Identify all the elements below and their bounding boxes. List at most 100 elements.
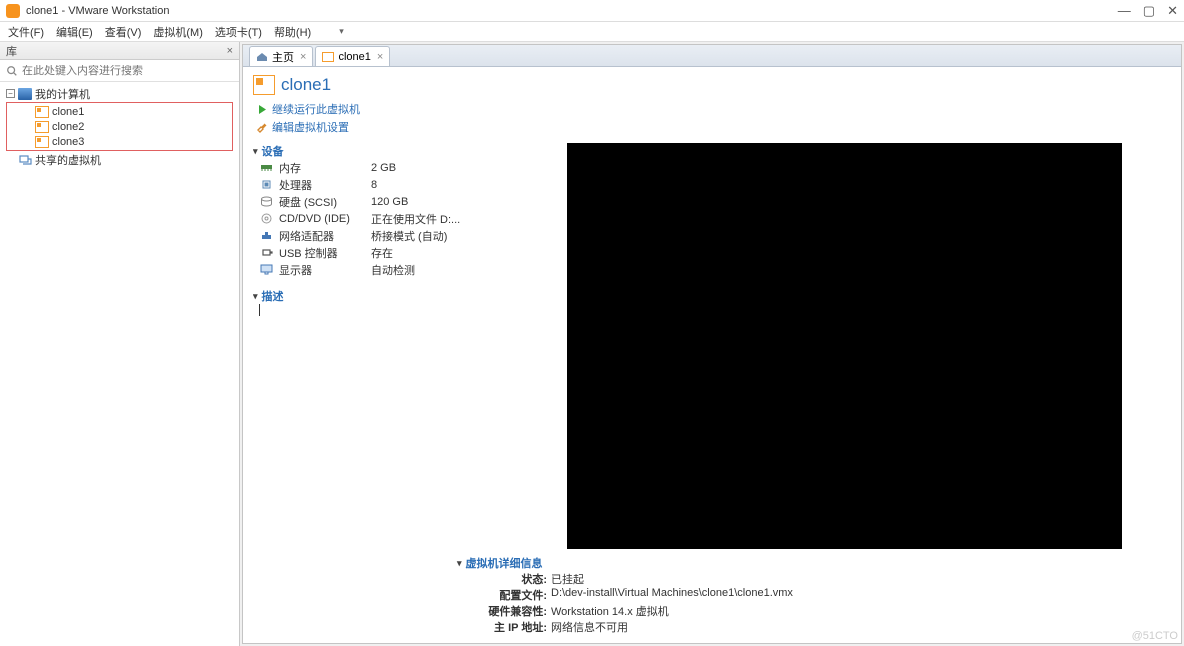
vm-left-panel: ▾ 设备 内存 2 GB 处理器 [253, 143, 503, 549]
detail-ip: 主 IP 地址: 网络信息不可用 [257, 619, 1171, 635]
vm-console-thumbnail[interactable] [567, 143, 1122, 549]
usb-icon [259, 247, 273, 259]
title-bar: clone1 - VMware Workstation — ▢ ✕ [0, 0, 1184, 22]
app-icon [6, 4, 20, 18]
vm-header: clone1 [253, 75, 1171, 95]
devices-section: ▾ 设备 内存 2 GB 处理器 [253, 143, 503, 278]
tab-home[interactable]: 主页 × [249, 46, 313, 66]
collapse-icon: ▾ [253, 146, 258, 157]
tab-close-button[interactable]: × [377, 51, 383, 63]
detail-value: D:\dev-install\Virtual Machines\clone1\c… [551, 587, 793, 603]
computer-icon [18, 88, 32, 100]
tab-label: clone1 [338, 51, 370, 63]
device-name: 显示器 [279, 262, 365, 278]
device-row-network[interactable]: 网络适配器 桥接模式 (自动) [253, 227, 503, 244]
tree-shared-vms[interactable]: 共享的虚拟机 [0, 152, 239, 167]
menu-tabs[interactable]: 选项卡(T) [213, 24, 264, 40]
section-title: 虚拟机详细信息 [466, 555, 543, 571]
menu-vm[interactable]: 虚拟机(M) [151, 24, 205, 40]
home-icon [256, 52, 268, 62]
description-header[interactable]: ▾ 描述 [253, 288, 503, 304]
vm-body: ▾ 设备 内存 2 GB 处理器 [253, 143, 1171, 549]
disk-icon [259, 196, 273, 208]
edit-settings-link[interactable]: 编辑虚拟机设置 [257, 119, 1171, 135]
minimize-button[interactable]: — [1118, 4, 1131, 17]
detail-compat: 硬件兼容性: Workstation 14.x 虚拟机 [257, 603, 1171, 619]
detail-state: 状态: 已挂起 [257, 571, 1171, 587]
action-label: 编辑虚拟机设置 [272, 119, 349, 135]
search-icon [6, 65, 18, 77]
device-row-processor[interactable]: 处理器 8 [253, 176, 503, 193]
tree-my-computer[interactable]: − 我的计算机 [0, 86, 239, 101]
tree-vm-clone3[interactable]: clone3 [7, 134, 232, 149]
vm-preview-area [517, 143, 1171, 549]
device-name: 处理器 [279, 177, 365, 193]
library-search [0, 60, 239, 82]
detail-key: 主 IP 地址: [477, 619, 547, 635]
window-controls: — ▢ ✕ [1118, 4, 1178, 17]
device-row-memory[interactable]: 内存 2 GB [253, 159, 503, 176]
library-tree: − 我的计算机 clone1 clone2 clone3 [0, 82, 239, 646]
device-row-disk[interactable]: 硬盘 (SCSI) 120 GB [253, 193, 503, 210]
close-button[interactable]: ✕ [1167, 4, 1178, 17]
menu-help[interactable]: 帮助(H) [272, 24, 313, 40]
menu-file[interactable]: 文件(F) [6, 24, 46, 40]
library-close-button[interactable]: × [227, 45, 233, 57]
vm-icon [322, 52, 334, 62]
detail-key: 配置文件: [477, 587, 547, 603]
resume-vm-link[interactable]: 继续运行此虚拟机 [257, 101, 1171, 117]
wrench-icon [257, 122, 268, 133]
tree-vm-clone1[interactable]: clone1 [7, 104, 232, 119]
menu-edit[interactable]: 编辑(E) [54, 24, 95, 40]
device-value: 正在使用文件 D:... [371, 211, 503, 227]
detail-value: 已挂起 [551, 571, 584, 587]
search-input[interactable] [22, 65, 233, 77]
section-title: 设备 [262, 143, 284, 159]
expand-icon[interactable]: − [6, 89, 15, 98]
maximize-button[interactable]: ▢ [1143, 4, 1155, 17]
menu-view[interactable]: 查看(V) [103, 24, 144, 40]
tree-label: 我的计算机 [35, 86, 90, 102]
action-label: 继续运行此虚拟机 [272, 101, 360, 117]
tree-label: 共享的虚拟机 [35, 152, 101, 168]
detail-value: 网络信息不可用 [551, 619, 628, 635]
description-section: ▾ 描述 [253, 288, 503, 319]
device-value: 桥接模式 (自动) [371, 228, 503, 244]
tree-label: clone2 [52, 121, 84, 133]
device-name: USB 控制器 [279, 245, 365, 261]
play-dropdown-icon[interactable]: ▾ [337, 26, 346, 37]
vm-icon [35, 106, 49, 118]
collapse-icon: ▾ [253, 291, 258, 302]
devices-table: 内存 2 GB 处理器 8 硬盘 (SCSI) 12 [253, 159, 503, 278]
details-header[interactable]: ▾ 虚拟机详细信息 [257, 555, 1171, 571]
device-row-cddvd[interactable]: CD/DVD (IDE) 正在使用文件 D:... [253, 210, 503, 227]
vm-details-section: ▾ 虚拟机详细信息 状态: 已挂起 配置文件: D:\dev-install\V… [253, 555, 1171, 635]
vm-page: clone1 继续运行此虚拟机 编辑虚拟机设置 ▾ 设备 [243, 67, 1181, 643]
menu-bar: 文件(F) 编辑(E) 查看(V) 虚拟机(M) 选项卡(T) 帮助(H) ▾ [0, 22, 1184, 42]
device-value: 自动检测 [371, 262, 503, 278]
watermark: @51CTO [1132, 630, 1178, 642]
collapse-icon: ▾ [457, 558, 462, 569]
description-editor[interactable] [253, 304, 503, 319]
detail-config: 配置文件: D:\dev-install\Virtual Machines\cl… [257, 587, 1171, 603]
device-row-display[interactable]: 显示器 自动检测 [253, 261, 503, 278]
tab-label: 主页 [272, 49, 294, 65]
cd-icon [259, 213, 273, 225]
tab-clone1[interactable]: clone1 × [315, 46, 390, 66]
library-header: 库 × [0, 42, 239, 60]
devices-header[interactable]: ▾ 设备 [253, 143, 503, 159]
vm-icon [35, 136, 49, 148]
tab-bar: 主页 × clone1 × [243, 45, 1181, 67]
main-area: 库 × − 我的计算机 clone1 clone2 [0, 42, 1184, 646]
tab-close-button[interactable]: × [300, 51, 306, 63]
device-name: CD/DVD (IDE) [279, 213, 365, 225]
memory-icon [259, 162, 273, 174]
device-row-usb[interactable]: USB 控制器 存在 [253, 244, 503, 261]
detail-key: 硬件兼容性: [477, 603, 547, 619]
detail-key: 状态: [477, 571, 547, 587]
vm-list-highlight: clone1 clone2 clone3 [6, 102, 233, 151]
tree-vm-clone2[interactable]: clone2 [7, 119, 232, 134]
network-icon [259, 230, 273, 242]
detail-value: Workstation 14.x 虚拟机 [551, 603, 669, 619]
vm-big-icon [253, 75, 275, 95]
